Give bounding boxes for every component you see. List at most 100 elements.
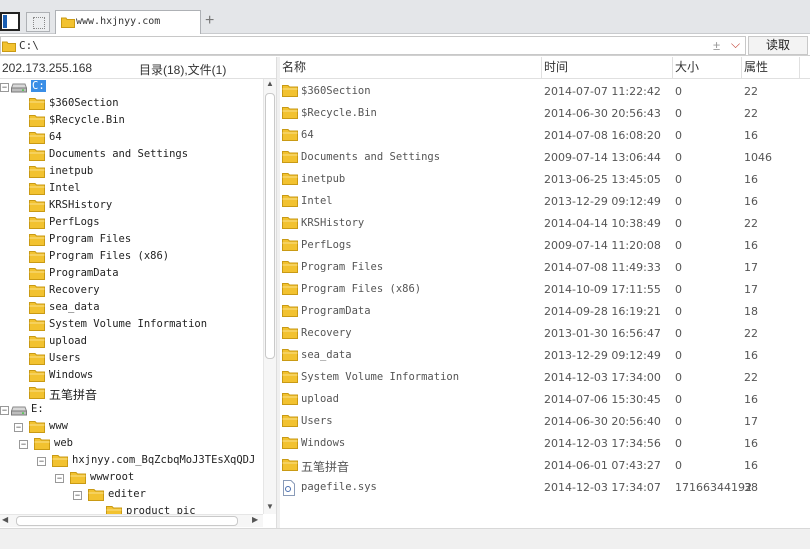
folder-icon xyxy=(282,150,298,166)
collapse-toggle-icon[interactable]: − xyxy=(0,83,9,92)
file-row[interactable]: inetpub 2013-06-25 13:45:05 0 16 xyxy=(280,168,810,190)
file-time: 2014-06-30 20:56:43 xyxy=(544,107,661,120)
file-row[interactable]: System Volume Information 2014-12-03 17:3… xyxy=(280,366,810,388)
tree-node-label[interactable]: www xyxy=(49,420,68,432)
tab-bar: www.hxjnyy.com + xyxy=(0,0,810,34)
file-row[interactable]: $Recycle.Bin 2014-06-30 20:56:43 0 22 xyxy=(280,102,810,124)
folder-icon xyxy=(29,301,45,317)
tree-node-label[interactable]: Recovery xyxy=(49,284,100,296)
tree-node-label[interactable]: hxjnyy.com_BqZcbqMoJ3TEsXqQDJ xyxy=(72,454,255,466)
window-icon[interactable] xyxy=(26,12,50,32)
collapse-toggle-icon[interactable]: − xyxy=(73,491,82,500)
tree-node-label[interactable]: Documents and Settings xyxy=(49,148,188,160)
column-time[interactable]: 时间 xyxy=(542,57,673,79)
tree-node-label[interactable]: 五笔拼音 xyxy=(49,386,97,403)
collapse-toggle-icon[interactable]: − xyxy=(19,440,28,449)
tree-node-label[interactable]: product_pic xyxy=(126,505,196,514)
column-name[interactable]: 名称 xyxy=(280,57,542,79)
sidebar-toggle-icon[interactable] xyxy=(0,12,20,31)
tree-node-label[interactable]: Windows xyxy=(49,369,93,381)
file-size: 0 xyxy=(675,283,682,296)
scroll-left-icon[interactable]: ◀ xyxy=(2,515,8,524)
folder-icon xyxy=(29,97,45,113)
scroll-down-icon[interactable]: ▼ xyxy=(266,502,274,511)
folder-icon xyxy=(29,318,45,334)
file-row[interactable]: Documents and Settings 2009-07-14 13:06:4… xyxy=(280,146,810,168)
tree-node-label[interactable]: editer xyxy=(108,488,146,500)
file-time: 2014-12-03 17:34:56 xyxy=(544,437,661,450)
tree-node-label[interactable]: $Recycle.Bin xyxy=(49,114,125,126)
chevron-down-icon[interactable]: ⌵ xyxy=(731,37,740,52)
file-row[interactable]: sea_data 2013-12-29 09:12:49 0 16 xyxy=(280,344,810,366)
file-row[interactable]: Intel 2013-12-29 09:12:49 0 16 xyxy=(280,190,810,212)
collapse-toggle-icon[interactable]: − xyxy=(0,406,9,415)
file-row[interactable]: upload 2014-07-06 15:30:45 0 16 xyxy=(280,388,810,410)
file-row[interactable]: pagefile.sys 2014-12-03 17:34:07 171663441… xyxy=(280,476,810,498)
read-button[interactable]: 读取 xyxy=(748,36,808,55)
tree-node-label[interactable]: Program Files (x86) xyxy=(49,250,169,262)
file-row[interactable]: PerfLogs 2009-07-14 11:20:08 0 16 xyxy=(280,234,810,256)
bookmark-icon[interactable]: ± xyxy=(713,38,720,53)
folder-icon xyxy=(29,216,45,232)
tree-node-label[interactable]: 64 xyxy=(49,131,62,143)
file-row[interactable]: ProgramData 2014-09-28 16:19:21 0 18 xyxy=(280,300,810,322)
file-row[interactable]: Users 2014-06-30 20:56:40 0 17 xyxy=(280,410,810,432)
column-attr[interactable]: 属性 xyxy=(742,57,800,79)
path-text[interactable]: C:\ xyxy=(19,39,39,52)
tree-vertical-scrollbar[interactable]: ▲ ▼ xyxy=(263,79,276,514)
file-name: Recovery xyxy=(301,327,352,339)
file-size: 0 xyxy=(675,371,682,384)
file-row[interactable]: Program Files 2014-07-08 11:49:33 0 17 xyxy=(280,256,810,278)
tree-node-label[interactable]: inetpub xyxy=(49,165,93,177)
path-input[interactable]: C:\ ± ⌵ xyxy=(0,36,746,55)
file-row[interactable]: 五笔拼音 2014-06-01 07:43:27 0 16 xyxy=(280,454,810,476)
folder-icon xyxy=(282,216,298,232)
file-row[interactable]: Recovery 2013-01-30 16:56:47 0 22 xyxy=(280,322,810,344)
tree-node-label[interactable]: Users xyxy=(49,352,81,364)
scroll-thumb[interactable] xyxy=(265,93,275,359)
tree-node-label[interactable]: Intel xyxy=(49,182,81,194)
file-row[interactable]: $360Section 2014-07-07 11:22:42 0 22 xyxy=(280,80,810,102)
collapse-toggle-icon[interactable]: − xyxy=(55,474,64,483)
folder-icon xyxy=(282,436,298,452)
file-time: 2014-12-03 17:34:07 xyxy=(544,481,661,494)
file-name: $Recycle.Bin xyxy=(301,107,377,119)
file-attr: 1046 xyxy=(744,151,772,164)
file-attr: 16 xyxy=(744,349,758,362)
column-size[interactable]: 大小 xyxy=(673,57,742,79)
tree-node-label[interactable]: wwwroot xyxy=(90,471,134,483)
folder-icon xyxy=(88,488,104,504)
scroll-up-icon[interactable]: ▲ xyxy=(266,79,274,88)
tree-node-label[interactable]: $360Section xyxy=(49,97,119,109)
file-row[interactable]: KRSHistory 2014-04-14 10:38:49 0 22 xyxy=(280,212,810,234)
tree-node-label[interactable]: E: xyxy=(31,403,44,415)
file-name: KRSHistory xyxy=(301,217,365,229)
file-time: 2014-04-14 10:38:49 xyxy=(544,217,661,230)
tree-node-label[interactable]: C: xyxy=(31,80,46,92)
tree-node-label[interactable]: System Volume Information xyxy=(49,318,207,330)
file-attr: 16 xyxy=(744,437,758,450)
tree-node-label[interactable]: sea_data xyxy=(49,301,100,313)
dir-summary: 目录(18),文件(1) xyxy=(139,63,227,77)
tree-horizontal-scrollbar[interactable]: ◀ ▶ xyxy=(0,514,263,527)
tree-node-label[interactable]: ProgramData xyxy=(49,267,119,279)
collapse-toggle-icon[interactable]: − xyxy=(14,423,23,432)
tab-label: www.hxjnyy.com xyxy=(76,16,161,27)
file-row[interactable]: Windows 2014-12-03 17:34:56 0 16 xyxy=(280,432,810,454)
file-row[interactable]: 64 2014-07-08 16:08:20 0 16 xyxy=(280,124,810,146)
tree-node-label[interactable]: KRSHistory xyxy=(49,199,112,211)
tree-node-label[interactable]: PerfLogs xyxy=(49,216,100,228)
scroll-right-icon[interactable]: ▶ xyxy=(252,515,258,524)
new-tab-button[interactable]: + xyxy=(205,12,214,30)
tab-site[interactable]: www.hxjnyy.com xyxy=(55,10,201,34)
address-bar: C:\ ± ⌵ 读取 xyxy=(0,34,810,56)
scroll-thumb[interactable] xyxy=(16,516,238,526)
file-time: 2014-12-03 17:34:00 xyxy=(544,371,661,384)
file-row[interactable]: Program Files (x86) 2014-10-09 17:11:55 0 1… xyxy=(280,278,810,300)
tree-node-label[interactable]: web xyxy=(54,437,73,449)
tree-node-label[interactable]: Program Files xyxy=(49,233,131,245)
folder-icon xyxy=(34,437,50,453)
collapse-toggle-icon[interactable]: − xyxy=(37,457,46,466)
folder-icon xyxy=(29,165,45,181)
tree-node-label[interactable]: upload xyxy=(49,335,87,347)
